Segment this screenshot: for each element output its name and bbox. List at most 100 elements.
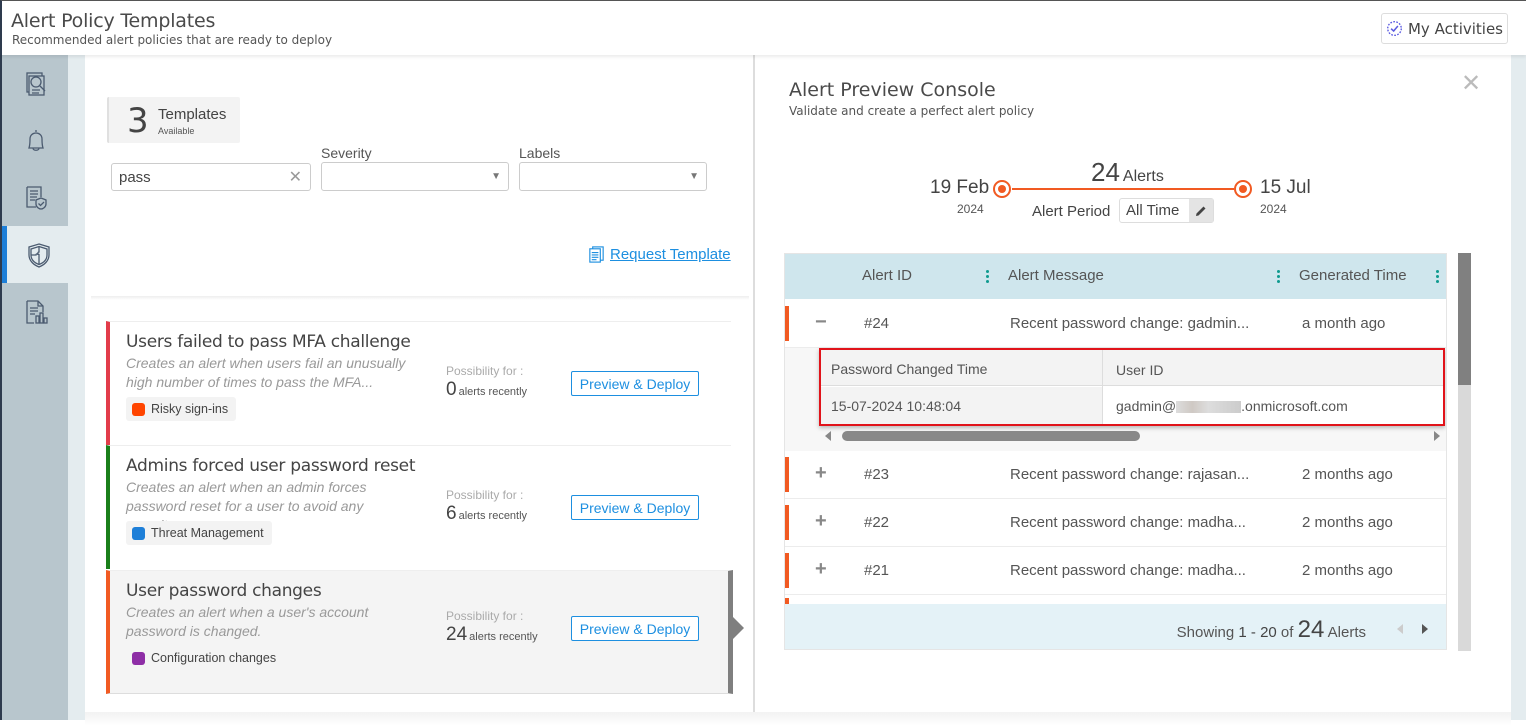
- period-start-marker: [993, 180, 1011, 198]
- template-label-text: Risky sign-ins: [151, 402, 229, 416]
- detail-horizontal-scrollbar[interactable]: [825, 430, 1440, 442]
- scroll-right-icon[interactable]: [1434, 431, 1440, 441]
- generated-time: 2 months ago: [1302, 514, 1393, 531]
- alerts-recently-label: alerts recently: [458, 386, 528, 398]
- clear-search-icon[interactable]: ✕: [289, 167, 302, 187]
- user-id-prefix: gadmin@: [1116, 398, 1177, 414]
- templates-panel: 3 Templates Available ✕ Severity ▼ Label…: [85, 55, 753, 720]
- collapse-row-icon[interactable]: −: [815, 311, 827, 334]
- expand-row-icon[interactable]: +: [815, 510, 827, 533]
- alerts-recently-label: alerts recently: [458, 510, 528, 522]
- document-shield-icon: [26, 185, 47, 210]
- sidebar: [0, 55, 87, 720]
- scrollbar-thumb[interactable]: [1458, 253, 1471, 385]
- severity-bar: [785, 505, 789, 540]
- scrollbar-thumb[interactable]: [842, 431, 1140, 441]
- template-search-input[interactable]: [119, 165, 279, 189]
- templates-count-sub: Available: [158, 126, 195, 136]
- severity-bar: [785, 457, 789, 492]
- grid-vertical-scrollbar[interactable]: [1458, 253, 1471, 651]
- detail-table: Password Changed Time User ID 15-07-2024…: [819, 348, 1445, 426]
- next-page-icon[interactable]: [1422, 624, 1428, 634]
- redacted-domain: [1176, 401, 1242, 414]
- labels-label: Labels: [519, 145, 561, 161]
- expand-row-icon[interactable]: +: [815, 462, 827, 485]
- edit-period-button[interactable]: [1189, 199, 1213, 222]
- selected-card-pointer: [730, 614, 744, 642]
- table-row[interactable]: − #24 Recent password change: gadmin... …: [785, 300, 1446, 348]
- row-detail: Password Changed Time User ID 15-07-2024…: [785, 348, 1446, 451]
- alerts-label: Alerts: [1327, 624, 1366, 641]
- pencil-icon: [1196, 206, 1206, 216]
- column-menu-icon[interactable]: [1436, 270, 1440, 285]
- preview-deploy-button[interactable]: Preview & Deploy: [571, 616, 699, 641]
- template-card-selected[interactable]: User password changes Creates an alert w…: [106, 570, 733, 694]
- of-label: of: [1280, 624, 1294, 641]
- template-description: Creates an alert when a user's account p…: [126, 604, 369, 639]
- showing-label: Showing: [1176, 624, 1235, 641]
- label-color-swatch: [132, 526, 145, 540]
- bottom-shadow: [85, 712, 1511, 726]
- alert-id: #23: [864, 466, 890, 483]
- table-row[interactable]: + #21 Recent password change: madha... 2…: [785, 547, 1446, 595]
- alert-id: #24: [864, 315, 890, 332]
- template-label-text: Configuration changes: [151, 651, 277, 665]
- alert-count: 0: [446, 379, 457, 400]
- alert-message: Recent password change: gadmin...: [1010, 315, 1250, 332]
- report-search-icon: [26, 71, 46, 96]
- console-title: Alert Preview Console: [789, 79, 996, 101]
- top-bar: Alert Policy Templates Recommended alert…: [0, 0, 1526, 55]
- template-description: Creates an alert when users fail an unus…: [126, 355, 406, 390]
- scroll-left-icon[interactable]: [825, 431, 831, 441]
- expand-row-icon[interactable]: +: [815, 558, 827, 581]
- request-template-link[interactable]: Request Template: [587, 245, 731, 264]
- sidebar-item-report-charts[interactable]: [2, 283, 70, 340]
- document-chart-icon: [26, 299, 48, 324]
- possibility-label: Possibility for :: [446, 488, 524, 502]
- my-activities-button[interactable]: My Activities: [1381, 13, 1508, 44]
- template-label-text: Threat Management: [151, 526, 264, 540]
- labels-select[interactable]: ▼: [519, 162, 707, 191]
- page-subtitle: Recommended alert policies that are read…: [12, 33, 333, 47]
- column-menu-icon[interactable]: [986, 270, 990, 285]
- alert-count: 24: [446, 624, 468, 645]
- template-label: Configuration changes: [126, 646, 284, 670]
- column-header-alert-id[interactable]: Alert ID: [862, 267, 912, 284]
- preview-deploy-button[interactable]: Preview & Deploy: [571, 495, 699, 520]
- alerts-total: 24 Alerts: [1091, 157, 1164, 188]
- sidebar-item-policies[interactable]: [2, 169, 70, 226]
- alert-count: 6: [446, 503, 457, 524]
- grid-footer: Showing 1 - 20 of 24 Alerts: [785, 604, 1446, 649]
- templates-count: 3: [127, 101, 149, 141]
- column-header-alert-message[interactable]: Alert Message: [1008, 267, 1104, 284]
- label-color-swatch: [132, 651, 145, 665]
- preview-deploy-button[interactable]: Preview & Deploy: [571, 371, 699, 396]
- template-title: Admins forced user password reset: [126, 456, 416, 476]
- severity-select[interactable]: ▼: [321, 162, 509, 191]
- table-row[interactable]: + #23 Recent password change: rajasan...…: [785, 451, 1446, 499]
- template-title: Users failed to pass MFA challenge: [126, 332, 411, 352]
- column-menu-icon[interactable]: [1277, 270, 1281, 285]
- my-activities-label: My Activities: [1407, 19, 1504, 38]
- right-edge: [1511, 55, 1526, 720]
- close-icon[interactable]: ✕: [1461, 69, 1481, 97]
- detail-column-divider: [1102, 350, 1103, 424]
- alert-period-select[interactable]: All Time: [1119, 198, 1214, 223]
- template-card[interactable]: Users failed to pass MFA challenge Creat…: [106, 321, 731, 445]
- possibility-label: Possibility for :: [446, 609, 524, 623]
- template-title: User password changes: [126, 581, 322, 601]
- template-card[interactable]: Admins forced user password reset Create…: [106, 445, 731, 569]
- template-label: Threat Management: [126, 521, 272, 545]
- detail-header-user-id: User ID: [1116, 362, 1164, 378]
- divider: [91, 296, 749, 300]
- pagination-summary: Showing 1 - 20 of 24 Alerts: [1177, 616, 1366, 644]
- sidebar-item-reports[interactable]: [2, 55, 70, 112]
- severity-bar: [785, 306, 789, 341]
- previous-page-icon[interactable]: [1397, 624, 1403, 634]
- bell-icon: [28, 129, 44, 151]
- sidebar-item-alerts[interactable]: [2, 112, 70, 169]
- shield-puzzle-icon: [27, 242, 50, 268]
- table-row[interactable]: + #22 Recent password change: madha... 2…: [785, 499, 1446, 547]
- possibility-count: 6 alerts recently: [446, 503, 527, 525]
- column-header-generated-time[interactable]: Generated Time: [1299, 267, 1407, 284]
